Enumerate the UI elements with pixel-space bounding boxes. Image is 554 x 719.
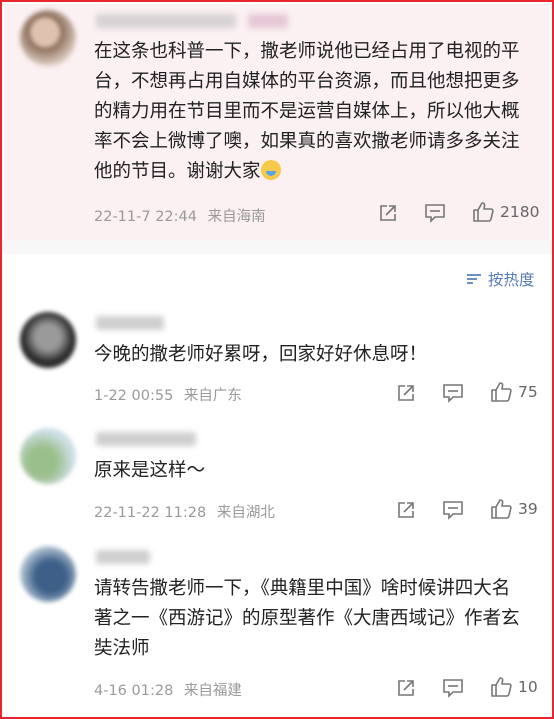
comment-meta: 1-22 00:55 来自广东 — [94, 384, 242, 405]
sort-toggle[interactable]: 按热度 — [465, 268, 535, 290]
share-icon — [380, 205, 396, 221]
username[interactable] — [96, 316, 164, 330]
comment-button[interactable] — [442, 383, 464, 403]
thumbs-up-icon — [491, 499, 512, 519]
comment-location: 来自广东 — [183, 388, 242, 404]
comment-text: 原来是这样～ — [94, 460, 206, 481]
comment-icon — [443, 679, 463, 698]
comment-text: 请转告撒老师一下，《典籍里中国》啥时候讲四大名著之一《西游记》的原型著作《大唐西… — [94, 578, 520, 659]
like-button[interactable]: 10 — [490, 676, 538, 698]
share-icon — [398, 680, 414, 696]
like-button[interactable]: 75 — [490, 381, 538, 403]
share-button[interactable] — [396, 500, 416, 520]
comment-button[interactable] — [442, 500, 464, 520]
sort-icon — [467, 274, 481, 284]
sort-label: 按热度 — [488, 271, 535, 289]
comment-icon — [443, 384, 463, 403]
avatar[interactable] — [20, 428, 76, 484]
share-icon — [398, 385, 414, 401]
share-button[interactable] — [378, 203, 398, 223]
thumbs-up-icon — [491, 382, 512, 402]
emoji-icon — [260, 160, 281, 180]
username[interactable] — [96, 432, 196, 446]
comment-text: 今晚的撒老师好累呀，回家好好休息呀！ — [94, 344, 428, 365]
like-count: 75 — [518, 383, 538, 401]
username[interactable] — [96, 14, 236, 28]
comment-meta: 22-11-22 11:28 来自湖北 — [94, 501, 275, 522]
comment-button[interactable] — [442, 678, 464, 698]
comment-meta: 4-16 01:28 来自福建 — [94, 679, 242, 700]
share-button[interactable] — [396, 383, 416, 403]
comment-icon — [425, 204, 445, 223]
comment-location: 来自福建 — [183, 683, 242, 699]
avatar[interactable] — [20, 546, 76, 602]
user-badge — [248, 14, 288, 28]
like-count: 2180 — [500, 203, 540, 221]
comment-text: 在这条也科普一下，撒老师说他已经占用了电视的平台，不想再占用自媒体的平台资源，而… — [94, 41, 520, 182]
avatar[interactable] — [20, 312, 76, 368]
comment-icon — [443, 501, 463, 520]
pinned-comment: 在这条也科普一下，撒老师说他已经占用了电视的平台，不想再占用自媒体的平台资源，而… — [4, 4, 550, 240]
section-separator — [2, 240, 552, 254]
comment-date: 4-16 01:28 — [94, 683, 174, 699]
comment-date: 22-11-7 22:44 — [94, 209, 197, 225]
comment-date: 1-22 00:55 — [94, 388, 174, 404]
thumbs-up-icon — [473, 202, 494, 222]
share-button[interactable] — [396, 678, 416, 698]
like-count: 39 — [518, 500, 538, 518]
comment-location: 来自海南 — [207, 209, 266, 225]
username[interactable] — [96, 550, 150, 564]
thumbs-up-icon — [491, 677, 512, 697]
comment-location: 来自湖北 — [216, 505, 275, 521]
like-count: 10 — [518, 678, 538, 696]
like-button[interactable]: 39 — [490, 498, 538, 520]
share-icon — [398, 502, 414, 518]
avatar[interactable] — [20, 10, 76, 66]
comment-meta: 22-11-7 22:44 来自海南 — [94, 205, 266, 226]
comment-date: 22-11-22 11:28 — [94, 505, 207, 521]
like-button[interactable]: 2180 — [472, 201, 539, 223]
comment-button[interactable] — [424, 203, 446, 223]
